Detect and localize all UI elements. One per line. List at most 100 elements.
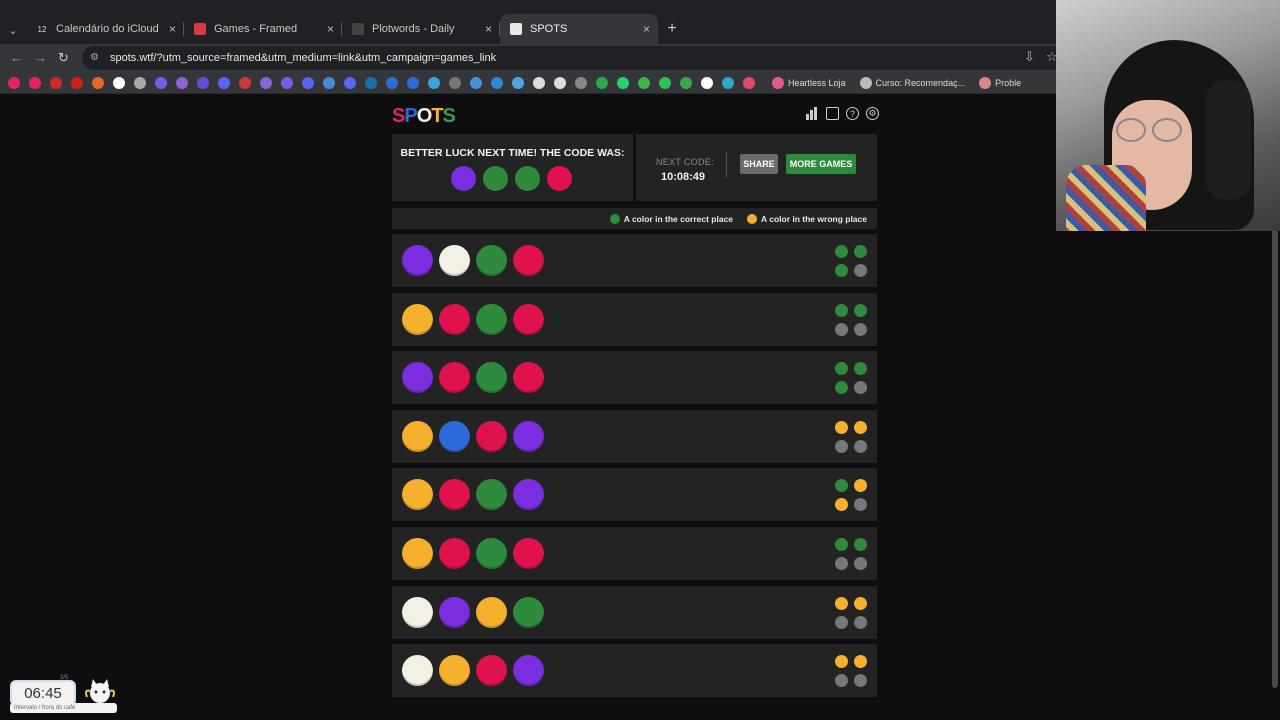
guess-pegs — [402, 479, 544, 511]
bookmark-favicon-icon[interactable] — [155, 76, 167, 89]
share-button[interactable]: SHARE — [740, 154, 778, 174]
bookmark-favicon-icon[interactable] — [260, 76, 272, 89]
bookmark-favicon-icon — [859, 76, 872, 89]
legend-wrong-label: A color in the wrong place — [761, 213, 867, 224]
bookmark-favicon-icon[interactable] — [701, 76, 713, 89]
bookmark-favicon-icon[interactable] — [617, 76, 629, 89]
logo-letter: T — [431, 105, 443, 127]
site-info-icon[interactable]: ⚙ — [90, 52, 102, 64]
tab-favicon-icon: 12 — [37, 24, 47, 34]
bookmark-favicon-icon[interactable] — [323, 76, 335, 89]
bookmark-favicon-icon[interactable] — [449, 76, 461, 89]
address-bar[interactable]: ⚙ spots.wtf/?utm_source=framed&utm_mediu… — [82, 46, 1072, 70]
guess-peg — [402, 362, 433, 394]
bookmark-favicon-icon[interactable] — [680, 76, 692, 89]
bookmark-favicon-icon[interactable] — [8, 76, 20, 89]
bookmark-favicon-icon[interactable] — [92, 76, 104, 89]
header-icons: ? ⚙ — [806, 107, 879, 120]
bookmark-favicon-icon[interactable] — [365, 76, 377, 89]
correct-place-dot-icon — [609, 213, 620, 224]
bookmark-favicon-icon[interactable] — [512, 76, 524, 89]
browser-tab[interactable]: Games - Framed × — [184, 14, 342, 44]
tab-close-icon[interactable]: × — [169, 22, 176, 36]
tab-close-icon[interactable]: × — [485, 22, 492, 36]
browser-tab[interactable]: Plotwords - Daily × — [342, 14, 500, 44]
more-games-button[interactable]: MORE GAMES — [786, 154, 856, 174]
guess-peg — [439, 303, 470, 335]
bookmark-item[interactable]: Proble — [979, 76, 1021, 89]
feedback-dot — [854, 537, 867, 551]
bookmark-favicon-icon[interactable] — [638, 76, 650, 89]
settings-icon[interactable]: ⚙ — [866, 107, 879, 120]
bookmark-item[interactable]: Heartless Loja — [772, 76, 846, 89]
bookmark-favicon-icon[interactable] — [344, 76, 356, 89]
stats-icon[interactable] — [806, 107, 819, 120]
bookmark-label: Curso: Recomendaç... — [875, 77, 966, 88]
guess-row — [392, 468, 877, 522]
bookmark-favicon-icon[interactable] — [281, 76, 293, 89]
tab-label: Calendário do iCloud — [56, 23, 159, 35]
guess-peg — [513, 655, 544, 687]
bookmark-favicon-icon[interactable] — [113, 76, 125, 89]
feedback-dot — [854, 439, 867, 453]
browser-tab[interactable]: SPOTS × — [500, 14, 658, 44]
bookmark-favicon-icon[interactable] — [239, 76, 251, 89]
logo-letter: P — [404, 105, 417, 127]
guess-peg — [402, 303, 433, 335]
browser-tab[interactable]: 12 Calendário do iCloud × — [26, 14, 184, 44]
feedback-dot — [854, 322, 867, 336]
bookmark-favicon-icon[interactable] — [659, 76, 671, 89]
new-tab-button[interactable]: + — [658, 14, 686, 44]
bookmark-favicon-icon[interactable] — [302, 76, 314, 89]
feedback-dot — [854, 556, 867, 570]
bookmark-favicon-icon[interactable] — [554, 76, 566, 89]
bookmark-favicon-icon[interactable] — [722, 76, 734, 89]
bookmark-favicon-icon[interactable] — [428, 76, 440, 89]
bookmark-favicon-icon[interactable] — [596, 76, 608, 89]
guess-pegs — [402, 596, 544, 628]
reload-icon[interactable]: ↻ — [58, 50, 69, 66]
bookmark-item[interactable]: Curso: Recomendaç... — [859, 76, 966, 89]
feedback-dot — [854, 362, 867, 376]
tab-close-icon[interactable]: × — [643, 22, 650, 36]
bookmark-favicon-icon[interactable] — [29, 76, 41, 89]
calendar-icon[interactable] — [826, 107, 839, 120]
bookmark-favicon-icon[interactable] — [176, 76, 188, 89]
bookmark-favicon-icon[interactable] — [533, 76, 545, 89]
glasses-icon — [1152, 118, 1182, 142]
bookmark-favicon-icon[interactable] — [575, 76, 587, 89]
guess-pegs — [402, 420, 544, 452]
next-code-panel: NEXT CODE: 10:08:49 SHARE MORE GAMES — [636, 134, 877, 201]
guess-peg — [476, 245, 507, 276]
bookmark-favicon-icon[interactable] — [50, 76, 62, 89]
webcam-overlay — [1056, 0, 1280, 231]
bookmark-favicon-icon[interactable] — [197, 76, 209, 89]
install-app-icon[interactable]: ⇩ — [1024, 49, 1035, 65]
guess-peg — [513, 420, 544, 452]
bookmark-favicon-icon[interactable] — [470, 76, 482, 89]
clock-counter: 3/5 — [60, 675, 69, 681]
bookmark-favicon-icon[interactable] — [743, 76, 755, 89]
guess-peg — [513, 479, 544, 511]
help-icon[interactable]: ? — [846, 107, 859, 120]
bookmark-favicon-icon[interactable] — [407, 76, 419, 89]
tab-search-chevron-icon[interactable]: ⌄ — [0, 16, 26, 44]
tab-close-icon[interactable]: × — [327, 22, 334, 36]
cat-icon — [85, 679, 115, 703]
bookmark-favicon-icon[interactable] — [71, 76, 83, 89]
glasses-icon — [1116, 118, 1146, 142]
guess-row — [392, 351, 877, 405]
back-arrow-icon[interactable]: ← — [10, 50, 23, 65]
forward-arrow-icon[interactable]: → — [34, 50, 47, 65]
bookmark-favicon-icon[interactable] — [491, 76, 503, 89]
tab-favicon-icon — [352, 23, 364, 35]
feedback-dot — [854, 381, 867, 395]
feedback-grid — [835, 303, 867, 336]
bookmark-favicon-icon[interactable] — [218, 76, 230, 89]
bookmark-favicon-icon[interactable] — [386, 76, 398, 89]
bookmark-favicon-icon[interactable] — [134, 76, 146, 89]
guess-row — [392, 585, 877, 639]
feedback-dot — [835, 655, 848, 669]
feedback-dot — [835, 615, 848, 629]
spots-logo[interactable]: SPOTS — [392, 105, 456, 128]
